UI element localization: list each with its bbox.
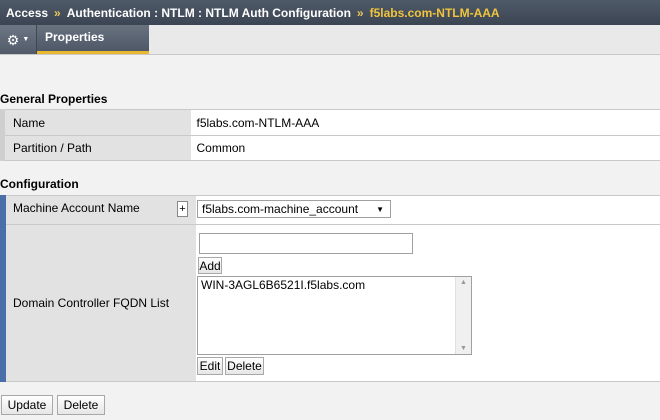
add-machine-account-button[interactable]: + [177, 201, 188, 217]
gear-menu-button[interactable]: ⚙ ▼ [0, 25, 37, 54]
partition-label: Partition / Path [0, 135, 191, 161]
name-value: f5labs.com-NTLM-AAA [190, 109, 660, 136]
tab-bar: ⚙ ▼ Properties [0, 25, 660, 55]
configuration-title: Configuration [0, 177, 79, 191]
machine-account-label-text: Machine Account Name [13, 201, 140, 215]
breadcrumb-current: f5labs.com-NTLM-AAA [369, 5, 500, 20]
machine-account-selected: f5labs.com-machine_account [202, 202, 359, 216]
breadcrumb-separator: » [356, 5, 364, 20]
dc-list-label: Domain Controller FQDN List [0, 224, 196, 382]
gear-icon: ⚙ [6, 31, 20, 48]
breadcrumb-access[interactable]: Access [6, 6, 48, 20]
breadcrumb-separator: » [54, 5, 61, 20]
add-button[interactable]: Add [198, 257, 222, 274]
chevron-down-icon: ▼ [376, 204, 384, 214]
tab-properties[interactable]: Properties [37, 25, 149, 54]
delete-button[interactable]: Delete [57, 395, 105, 415]
list-item[interactable]: WIN-3AGL6B6521I.f5labs.com [201, 278, 468, 292]
edit-button[interactable]: Edit [197, 357, 223, 375]
update-button[interactable]: Update [1, 395, 53, 415]
general-properties-table: Name f5labs.com-NTLM-AAA Partition / Pat… [0, 109, 660, 161]
dc-fqdn-input[interactable] [199, 233, 413, 254]
table-row: Partition / Path Common [0, 135, 660, 161]
list-scrollbar[interactable]: ▲ ▼ [455, 277, 471, 354]
dc-list-label-text: Domain Controller FQDN List [13, 296, 170, 310]
scroll-up-icon[interactable]: ▲ [460, 279, 467, 286]
dc-list-box[interactable]: WIN-3AGL6B6521I.f5labs.com ▲ ▼ [197, 276, 472, 355]
general-properties-title: General Properties [0, 92, 108, 106]
machine-account-select[interactable]: f5labs.com-machine_account ▼ [197, 200, 391, 218]
scroll-down-icon[interactable]: ▼ [460, 345, 467, 352]
name-label: Name [0, 109, 191, 136]
breadcrumb: Access » Authentication : NTLM : NTLM Au… [0, 0, 660, 25]
machine-account-label: Machine Account Name [0, 195, 196, 225]
chevron-down-icon: ▼ [22, 36, 30, 43]
breadcrumb-ntlm-config[interactable]: Authentication : NTLM : NTLM Auth Config… [67, 6, 351, 20]
table-row: Name f5labs.com-NTLM-AAA [0, 109, 660, 136]
delete-dc-button[interactable]: Delete [225, 357, 264, 375]
partition-value: Common [190, 135, 660, 161]
